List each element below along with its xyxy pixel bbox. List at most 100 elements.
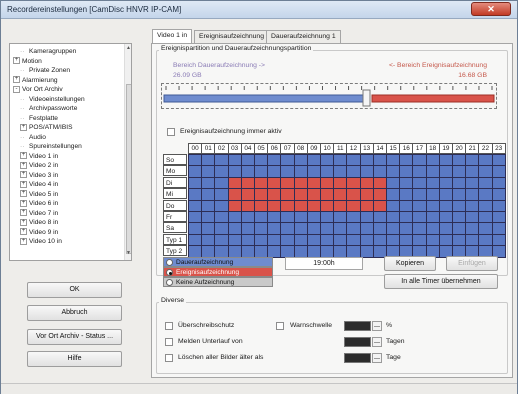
schedule-cell-continuous[interactable] — [201, 245, 216, 258]
warning-threshold-unit: % — [386, 322, 393, 329]
warning-threshold-checkbox[interactable] — [276, 322, 284, 330]
always-active-checkbox[interactable] — [167, 128, 175, 136]
legend-option[interactable]: Keine Aufzeichnung — [163, 277, 273, 287]
tree-item[interactable]: + Video 2 in — [20, 161, 58, 170]
partition-slider[interactable] — [161, 83, 497, 109]
radio-icon[interactable] — [166, 259, 173, 266]
schedule-cell-continuous[interactable] — [214, 245, 229, 258]
tree-item[interactable]: - Vor Ort Archiv — [13, 85, 63, 94]
tree-item[interactable]: + Video 10 in — [20, 237, 62, 246]
tree-item[interactable]: + Video 6 in — [20, 199, 58, 208]
hour-header: 15 — [386, 143, 401, 154]
schedule-cell-continuous[interactable] — [267, 245, 282, 258]
collapse-icon[interactable]: - — [13, 85, 20, 93]
schedule-cell-continuous[interactable] — [333, 245, 348, 258]
day-label: Mi — [163, 188, 187, 200]
tree-item[interactable]: ·· Archivpassworte — [20, 104, 77, 113]
partition-slider-handle[interactable] — [362, 89, 371, 107]
tree-connector: ·· — [20, 95, 25, 103]
hour-header: 20 — [452, 143, 467, 154]
schedule-cell-continuous[interactable] — [346, 245, 361, 258]
tree-scroll-thumb[interactable] — [126, 84, 131, 254]
schedule-cell-continuous[interactable] — [359, 245, 374, 258]
radio-icon[interactable] — [166, 279, 173, 286]
day-label: Do — [163, 199, 187, 211]
expand-icon[interactable]: + — [20, 199, 27, 207]
schedule-cell-continuous[interactable] — [240, 245, 255, 258]
tree-item[interactable]: + Video 3 in — [20, 171, 58, 180]
expand-icon[interactable]: + — [13, 76, 20, 84]
tree-item[interactable]: + Motion — [13, 57, 42, 66]
schedule-cell-continuous[interactable] — [280, 245, 295, 258]
delete-older-checkbox[interactable] — [165, 354, 173, 362]
expand-icon[interactable]: + — [20, 228, 27, 236]
schedule-cell-continuous[interactable] — [188, 245, 203, 258]
schedule-cell-continuous[interactable] — [227, 245, 242, 258]
expand-icon[interactable]: + — [20, 237, 27, 245]
apply-all-timers-button[interactable]: In alle Timer übernehmen — [384, 274, 498, 289]
archive-status-button[interactable]: Vor Ort Archiv - Status ... — [27, 329, 122, 345]
tree-scrollbar[interactable]: ▲ ▼ — [124, 44, 131, 260]
scroll-down-icon[interactable]: ▼ — [126, 250, 131, 256]
tree-item[interactable]: + Video 5 in — [20, 190, 58, 199]
tree-item[interactable]: + Alarmierung — [13, 76, 58, 85]
tree-item[interactable]: ·· Audio — [20, 133, 46, 142]
expand-icon[interactable]: + — [20, 152, 27, 160]
scroll-up-icon[interactable]: ▲ — [126, 45, 131, 51]
schedule-cell-continuous[interactable] — [320, 245, 335, 258]
tree-connector: ·· — [20, 133, 25, 141]
hour-header: 17 — [412, 143, 427, 154]
expand-icon[interactable]: + — [20, 180, 27, 188]
underrun-days-spinner[interactable] — [372, 337, 382, 347]
expand-icon[interactable]: + — [20, 218, 27, 226]
overwrite-protection-checkbox[interactable] — [165, 322, 173, 330]
tree-item[interactable]: ·· Festplatte — [20, 114, 58, 123]
delete-older-label: Löschen aller Bilder älter als — [178, 354, 264, 361]
schedule-cell-continuous[interactable] — [254, 245, 269, 258]
tree-connector: ·· — [20, 48, 25, 55]
tree-item[interactable]: ·· Spureinstellungen — [20, 142, 82, 151]
tree-item[interactable]: ·· Kameragruppen — [20, 47, 76, 56]
warning-threshold-spinner[interactable] — [372, 321, 382, 331]
expand-icon[interactable]: + — [20, 190, 27, 198]
schedule-cell-continuous[interactable] — [306, 245, 321, 258]
tab-video-1-in[interactable]: Video 1 in — [152, 29, 193, 43]
ok-button[interactable]: OK — [27, 282, 122, 298]
always-active-label: Ereignisaufzeichnung immer aktiv — [180, 128, 282, 135]
hour-header: 11 — [333, 143, 348, 154]
tab-continuous-recording[interactable]: Daueraufzeichnung 1 — [266, 30, 341, 43]
tree-item[interactable]: + POS/ATM/IBIS — [20, 123, 72, 132]
schedule-cell-continuous[interactable] — [293, 245, 308, 258]
tab-event-recording[interactable]: Ereignisaufzeichnung 1 — [194, 30, 275, 43]
partition-slider-graphic — [163, 86, 495, 107]
tree-item[interactable]: + Video 9 in — [20, 228, 58, 237]
expand-icon[interactable]: + — [20, 209, 27, 217]
legend-option[interactable]: Ereignisaufzeichnung — [163, 267, 273, 277]
underrun-days-unit: Tagen — [386, 338, 405, 345]
tree-item[interactable]: + Video 1 in — [20, 152, 58, 161]
hour-header: 13 — [359, 143, 374, 154]
delete-older-days-spinner[interactable] — [372, 353, 382, 363]
tree-item[interactable]: + Video 7 in — [20, 209, 58, 218]
hour-header: 05 — [254, 143, 269, 154]
tree-item[interactable]: ·· Private Zonen — [20, 66, 70, 75]
expand-icon[interactable]: + — [20, 161, 27, 169]
tree-item[interactable]: + Video 4 in — [20, 180, 58, 189]
help-button[interactable]: Hilfe — [27, 351, 122, 367]
cancel-button[interactable]: Abbruch — [27, 305, 122, 321]
copy-button[interactable]: Kopieren — [384, 256, 436, 271]
expand-icon[interactable]: + — [20, 171, 27, 179]
close-button[interactable]: ✕ — [471, 2, 511, 16]
legend-option[interactable]: Daueraufzeichnung — [163, 257, 273, 267]
hour-header: 12 — [346, 143, 361, 154]
radio-selected-icon[interactable] — [166, 269, 173, 276]
underrun-report-checkbox[interactable] — [165, 338, 173, 346]
paste-button[interactable]: Einfügen — [446, 256, 498, 271]
underrun-days-input[interactable] — [344, 337, 371, 347]
delete-older-days-input[interactable] — [344, 353, 371, 363]
tree-item[interactable]: ·· Videoeinstellungen — [20, 95, 85, 104]
expand-icon[interactable]: + — [20, 123, 27, 131]
warning-threshold-input[interactable] — [344, 321, 371, 331]
tree-item[interactable]: + Video 8 in — [20, 218, 58, 227]
expand-icon[interactable]: + — [13, 57, 20, 65]
